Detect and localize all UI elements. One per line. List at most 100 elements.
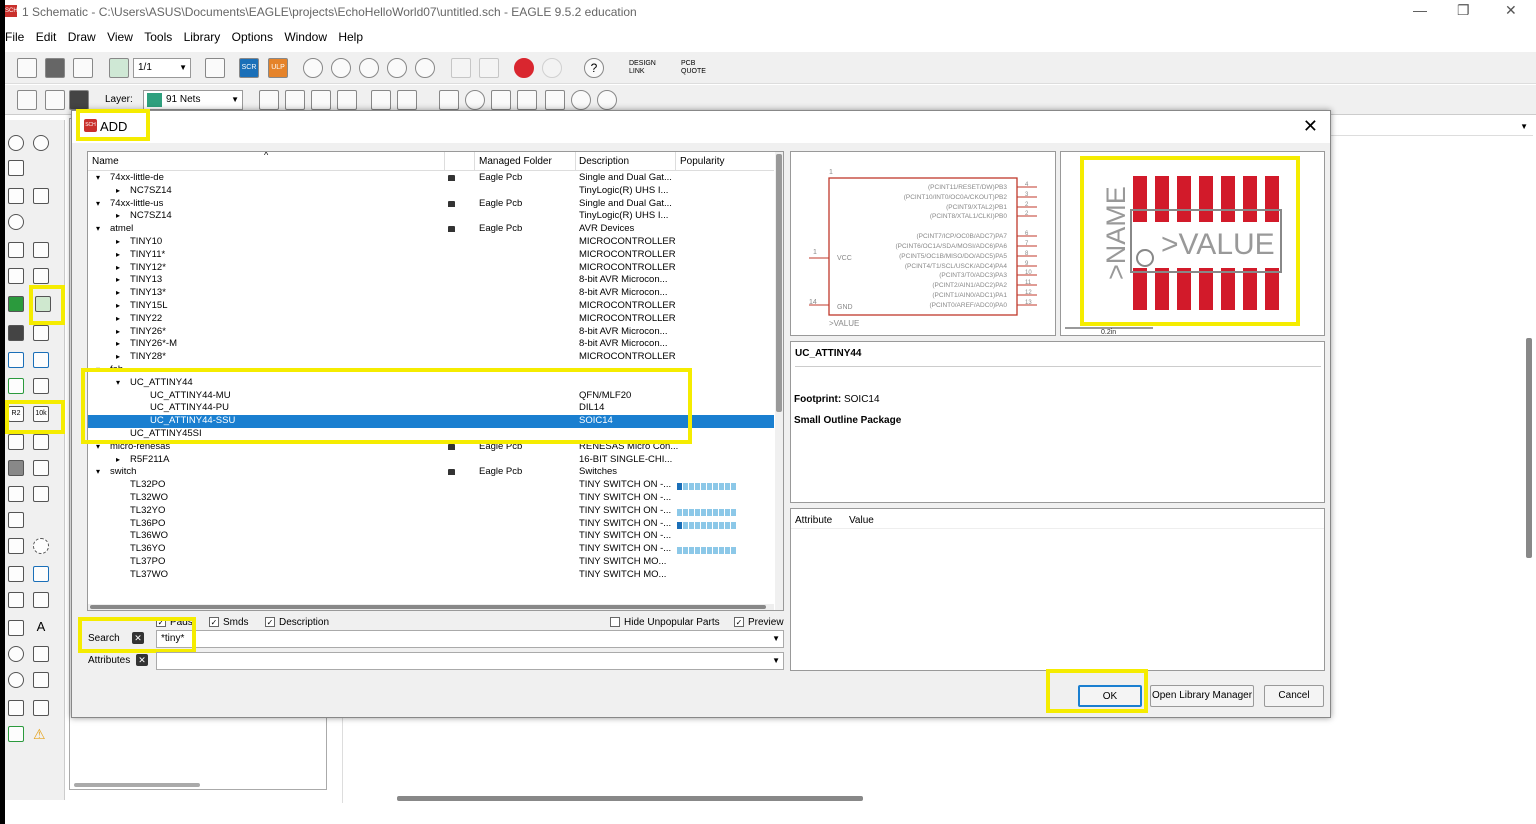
filter-icon[interactable] [69, 90, 89, 110]
undo-icon[interactable] [451, 58, 471, 78]
sheet-select[interactable]: 1/1 ▼ [133, 58, 191, 78]
print-icon[interactable] [73, 58, 93, 78]
add-part-icon[interactable] [35, 296, 51, 312]
tree-row[interactable]: UC_ATTINY44-MU QFN/MLF20 [88, 390, 774, 403]
mirror-icon[interactable] [33, 188, 49, 204]
junction-icon[interactable] [8, 378, 24, 394]
expand-arrow-icon[interactable]: ▸ [116, 287, 120, 300]
redo-icon[interactable] [479, 58, 499, 78]
expand-arrow-icon[interactable]: ▸ [116, 313, 120, 326]
tree-row[interactable]: ▸ TINY10 MICROCONTROLLER [88, 236, 774, 249]
menu-library[interactable]: Library [184, 27, 221, 47]
pcb-quote-button[interactable]: PCB QUOTE [681, 60, 721, 76]
expand-arrow-icon[interactable]: ▸ [116, 338, 120, 351]
stop-icon[interactable] [514, 58, 534, 78]
zoom-fit-icon[interactable] [303, 58, 323, 78]
erc-check-icon[interactable] [8, 726, 24, 742]
select-icon[interactable] [8, 160, 24, 176]
expand-arrow-icon[interactable]: ▸ [116, 300, 120, 313]
pin-swap-icon[interactable] [33, 325, 49, 341]
optimize-icon[interactable] [33, 538, 49, 554]
group-add-icon[interactable] [285, 90, 305, 110]
label-icon[interactable] [33, 378, 49, 394]
tree-row[interactable]: ▾ micro-renesas Eagle Pcb RENESAS Micro Con… [88, 441, 774, 454]
paste-icon[interactable] [33, 242, 49, 258]
canvas-h-scrollbar[interactable] [397, 796, 863, 801]
route-icon[interactable] [8, 538, 24, 554]
align-icon[interactable] [8, 512, 24, 528]
menu-draw[interactable]: Draw [68, 27, 96, 47]
move-icon[interactable] [8, 188, 24, 204]
collapse-arrow-icon[interactable]: ▾ [96, 364, 100, 377]
clear-search-icon[interactable]: ✕ [132, 632, 144, 644]
port-icon[interactable] [8, 592, 24, 608]
line-icon[interactable] [8, 620, 24, 636]
tree-row[interactable]: ▸ TINY11* MICROCONTROLLER [88, 249, 774, 262]
zoom-select-icon[interactable] [415, 58, 435, 78]
tree-row[interactable]: ▸ TINY12* MICROCONTROLLER [88, 262, 774, 275]
expand-arrow-icon[interactable]: ▸ [116, 274, 120, 287]
grid-icon[interactable] [45, 90, 65, 110]
tree-row[interactable]: TL32WO TINY SWITCH ON -... [88, 492, 774, 505]
zoom-out-icon[interactable] [359, 58, 379, 78]
select-all-icon[interactable] [371, 90, 391, 110]
expand-arrow-icon[interactable]: ▸ [116, 326, 120, 339]
dimension-icon[interactable] [33, 700, 49, 716]
expand-arrow-icon[interactable]: ▸ [116, 249, 120, 262]
warning-icon[interactable]: ⚠ [33, 726, 49, 742]
tree-row[interactable]: ▸ TINY22 MICROCONTROLLER [88, 313, 774, 326]
info-icon[interactable] [8, 135, 24, 151]
tree-row[interactable]: TL32YO TINY SWITCH ON -... [88, 505, 774, 518]
text-icon[interactable]: A [33, 620, 49, 636]
tree-row[interactable]: TL36PO TINY SWITCH ON -... [88, 518, 774, 531]
collapse-arrow-icon[interactable]: ▾ [96, 223, 100, 236]
search-input[interactable]: *tiny* ▼ [156, 630, 784, 648]
tree-row[interactable]: TL37PO TINY SWITCH MO... [88, 556, 774, 569]
collapse-arrow-icon[interactable]: ▾ [96, 172, 100, 185]
polygon-icon[interactable] [33, 646, 49, 662]
tree-row[interactable]: TL36YO TINY SWITCH ON -... [88, 543, 774, 556]
value-icon[interactable]: 10k [33, 406, 49, 422]
cancel-button[interactable]: Cancel [1264, 685, 1324, 707]
menu-help[interactable]: Help [338, 27, 363, 47]
tree-row[interactable]: ▸ TINY13 8-bit AVR Microcon... [88, 274, 774, 287]
tree-row[interactable]: TL37WO TINY SWITCH MO... [88, 569, 774, 582]
ripup-icon[interactable] [8, 566, 24, 582]
tree-row[interactable]: ▾ 74xx-little-de Eagle Pcb Single and Dual … [88, 172, 774, 185]
menu-edit[interactable]: Edit [36, 27, 57, 47]
col-description[interactable]: Description [579, 156, 629, 167]
slice-icon[interactable] [33, 486, 49, 502]
smds-checkbox[interactable]: ✓ Smds [209, 617, 249, 628]
library-tree[interactable]: Name ^ Managed Folder Description Popula… [87, 151, 784, 611]
panel-scrollbar[interactable] [74, 783, 200, 787]
tree-row-selected[interactable]: UC_ATTINY44-SSU SOIC14 [88, 415, 774, 428]
tree-row[interactable]: ▸ TINY28* MICROCONTROLLER [88, 351, 774, 364]
expand-arrow-icon[interactable]: ▸ [116, 236, 120, 249]
zoom-redraw-icon[interactable] [387, 58, 407, 78]
name-icon[interactable]: R2 [8, 406, 24, 422]
attr-col-value[interactable]: Value [849, 515, 874, 526]
collapse-arrow-icon[interactable]: ▾ [96, 466, 100, 479]
erc-icon[interactable] [491, 90, 511, 110]
tree-row[interactable]: ▸ NC7SZ14 TinyLogic(R) UHS I... [88, 185, 774, 198]
tree-row[interactable]: ▸ TINY15L MICROCONTROLLER [88, 300, 774, 313]
cam-icon[interactable] [205, 58, 225, 78]
design-link-button[interactable]: DESIGN LINK [629, 60, 669, 76]
group-clear-icon[interactable] [337, 90, 357, 110]
tree-row[interactable]: ▸ NC7SZ14 TinyLogic(R) UHS I... [88, 210, 774, 223]
net-icon[interactable] [8, 352, 24, 368]
netclass-icon[interactable] [517, 90, 537, 110]
smash-icon[interactable] [8, 434, 24, 450]
pads-checkbox[interactable]: ✓ Pads [156, 617, 193, 628]
tree-row[interactable]: ▾ fab [88, 364, 774, 377]
collapse-arrow-icon[interactable]: ▾ [96, 198, 100, 211]
tree-row[interactable]: ▾ UC_ATTINY44 [88, 377, 774, 390]
group-sub-icon[interactable] [311, 90, 331, 110]
layer-settings-icon[interactable] [17, 90, 37, 110]
expand-arrow-icon[interactable]: ▸ [116, 454, 120, 467]
gate-swap-icon[interactable] [8, 325, 24, 341]
help-icon[interactable]: ? [584, 58, 604, 78]
rectangle-icon[interactable] [33, 672, 49, 688]
select-none-icon[interactable] [397, 90, 417, 110]
close-window-icon[interactable]: ✕ [1505, 2, 1517, 19]
